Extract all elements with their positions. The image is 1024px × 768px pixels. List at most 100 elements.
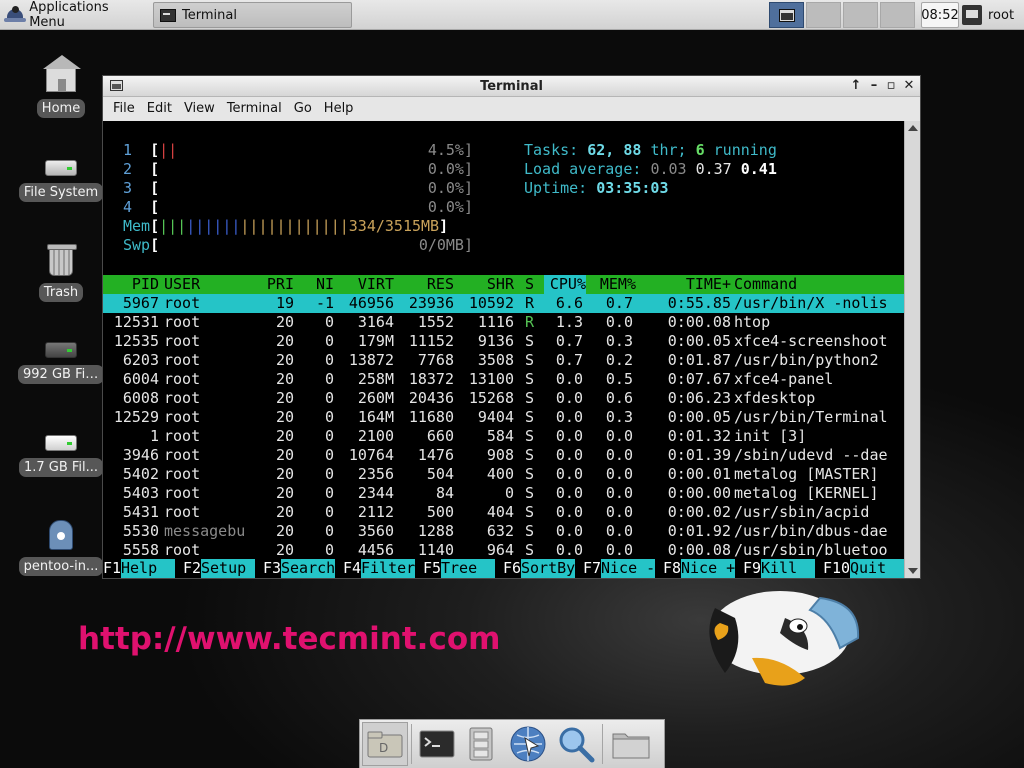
user-menu-button[interactable]: root (962, 2, 1024, 28)
process-mem: 0.0 (605, 313, 633, 331)
dock-folder[interactable] (606, 722, 656, 766)
process-row[interactable]: 3946 root 20 0 10764 1476 908 S 0.0 0.0 0:01.39/sb… (103, 446, 904, 465)
shade-window-icon[interactable]: ↑ (848, 77, 864, 95)
process-user: root (164, 465, 201, 483)
desktop-icon-file-system[interactable]: File System (18, 150, 104, 202)
process-virt: 258M (357, 370, 394, 388)
fkey-label[interactable]: Setup (201, 559, 256, 578)
fkey-number[interactable]: F1 (103, 559, 121, 578)
process-priority: 20 (275, 446, 294, 464)
process-row[interactable]: 1 root 20 0 2100 660 584 S 0.0 0.0 0:01.32 init [3] (103, 427, 904, 446)
column-header-res[interactable]: RES (397, 275, 454, 294)
dock-terminal[interactable] (415, 722, 459, 766)
fkey-label[interactable]: Help (121, 559, 176, 578)
process-row[interactable]: 6008 root 20 0 260M 20436 15268 S 0.0 0.6 0:06.23 x… (103, 389, 904, 408)
process-row[interactable]: 5967 root 19 -1 46956 23936 10592 R 6.6 0.7 0:55.8… (103, 294, 904, 313)
dock-search[interactable] (553, 722, 599, 766)
terminal-scrollbar[interactable] (904, 121, 920, 578)
workspace-2[interactable] (806, 2, 841, 28)
fkey-label[interactable]: Search (281, 559, 336, 578)
column-header-pid[interactable]: PID (103, 275, 159, 294)
desktop-icon-1-7gb-volume[interactable]: 1.7 GB Fil... (18, 425, 104, 477)
desktop-icon-992gb-volume[interactable]: 992 GB Fil... (18, 332, 104, 384)
window-menu-icon[interactable] (110, 80, 123, 91)
column-header-cpu[interactable]: CPU% (544, 275, 586, 294)
window-titlebar[interactable]: Terminal ↑ – ▫ ✕ (103, 76, 920, 97)
fkey-number[interactable]: F10 (823, 559, 850, 578)
process-row[interactable]: 12529 root 20 0 164M 11680 9404 S 0.0 0.3 0:00.05/… (103, 408, 904, 427)
column-header-state[interactable]: S (525, 275, 534, 294)
fkey-label[interactable]: Nice + (681, 559, 736, 578)
maximize-window-icon[interactable]: ▫ (883, 77, 899, 95)
fkey-label[interactable]: Tree (441, 559, 496, 578)
fkey-number[interactable]: F3 (263, 559, 281, 578)
column-header-virt[interactable]: VIRT (337, 275, 394, 294)
taskbar-button-label: Terminal (182, 7, 237, 23)
scroll-down-arrow-icon[interactable] (908, 568, 918, 574)
process-command: /usr/sbin/acpid (734, 503, 870, 521)
column-header-pri[interactable]: PRI (258, 275, 294, 294)
process-row[interactable]: 5431 root 20 0 2112 500 404 S 0.0 0.0 0:00.02/usr/… (103, 503, 904, 522)
process-user: root (164, 446, 201, 464)
scroll-up-arrow-icon[interactable] (908, 125, 918, 131)
menu-help[interactable]: Help (318, 101, 360, 116)
process-row[interactable]: 12535 root 20 0 179M 11152 9136 S 0.7 0.3 0:00.05 x… (103, 332, 904, 351)
dock-file-cabinet[interactable] (459, 722, 503, 766)
menu-go[interactable]: Go (288, 101, 318, 116)
menu-file[interactable]: File (107, 101, 141, 116)
workspace-3[interactable] (843, 2, 878, 28)
fkey-number[interactable]: F7 (583, 559, 601, 578)
taskbar-button-terminal[interactable]: Terminal (153, 2, 352, 28)
desktop-icon-trash[interactable]: Trash (18, 244, 104, 302)
fkey-number[interactable]: F8 (663, 559, 681, 578)
menu-view[interactable]: View (178, 101, 221, 116)
desktop-icon-label: 1.7 GB Fil... (18, 458, 104, 477)
process-shr: 9136 (477, 332, 514, 350)
process-cpu: 6.6 (555, 294, 583, 312)
fkey-number[interactable]: F5 (423, 559, 441, 578)
fkey-number[interactable]: F9 (743, 559, 761, 578)
dock-web-browser[interactable] (503, 722, 553, 766)
fkey-label[interactable]: Filter (361, 559, 416, 578)
panel-clock[interactable]: 08:52 (921, 2, 959, 28)
column-header-user[interactable]: USER (164, 275, 200, 294)
process-row[interactable]: 6203 root 20 0 13872 7768 3508 S 0.7 0.2 0:01.87/u… (103, 351, 904, 370)
desktop-icon-pentoo-installer[interactable]: pentoo-in... (18, 520, 104, 576)
menu-terminal[interactable]: Terminal (221, 101, 288, 116)
process-row[interactable]: 5530 messagebu 20 0 3560 1288 632 S 0.0 0.0 0:01.9… (103, 522, 904, 541)
column-header-mem[interactable]: MEM% (594, 275, 636, 294)
process-command: /usr/sbin/bluetoo (734, 541, 888, 559)
column-header-command[interactable]: Command (734, 275, 797, 294)
process-shr: 15268 (468, 389, 514, 407)
dock-file-manager[interactable]: D (362, 722, 408, 766)
process-priority: 20 (275, 541, 294, 559)
terminal-screen[interactable]: 1 [|| 4.5%] 2 [ 0.0%] 3 [ 0.0%] 4 [ 0.0%… (103, 121, 904, 578)
fkey-number[interactable]: F6 (503, 559, 521, 578)
desktop-icon-home[interactable]: Home (18, 55, 104, 118)
fkey-label[interactable]: Quit (850, 559, 904, 578)
workspace-1[interactable] (769, 2, 804, 28)
process-row[interactable]: 5403 root 20 0 2344 84 0 S 0.0 0.0 0:00.00 metalog … (103, 484, 904, 503)
workspace-4[interactable] (880, 2, 915, 28)
process-mem: 0.7 (605, 294, 633, 312)
applications-menu-button[interactable]: Applications Menu (2, 0, 144, 30)
applications-menu-label: Applications Menu (29, 0, 109, 30)
memory-meter: Mem[|||||||||||||||||||||334/3515MB] (123, 217, 449, 235)
fkey-label[interactable]: SortBy (521, 559, 576, 578)
close-window-icon[interactable]: ✕ (901, 77, 917, 95)
fkey-label[interactable]: Kill (761, 559, 816, 578)
column-header-ni[interactable]: NI (299, 275, 334, 294)
process-row[interactable]: 12531 root 20 0 3164 1552 1116 R 1.3 0.0 0:00.08 ht… (103, 313, 904, 332)
process-row[interactable]: 6004 root 20 0 258M 18372 13100 S 0.0 0.5 0:07.67 x… (103, 370, 904, 389)
fkey-number[interactable]: F2 (183, 559, 201, 578)
fkey-number[interactable]: F4 (343, 559, 361, 578)
column-header-time[interactable]: TIME+ (648, 275, 731, 294)
column-header-shr[interactable]: SHR (457, 275, 514, 294)
process-row[interactable]: 5558 root 20 0 4456 1140 964 S 0.0 0.0 0:00.08/usr… (103, 541, 904, 560)
fkey-label[interactable]: Nice - (601, 559, 656, 578)
process-table-header: PID USER PRI NI VIRT RES SHR S CPU% MEM%… (103, 275, 904, 294)
process-res: 84 (435, 484, 454, 502)
minimize-window-icon[interactable]: – (866, 77, 882, 95)
menu-edit[interactable]: Edit (141, 101, 178, 116)
process-row[interactable]: 5402 root 20 0 2356 504 400 S 0.0 0.0 0:00.01 metal… (103, 465, 904, 484)
